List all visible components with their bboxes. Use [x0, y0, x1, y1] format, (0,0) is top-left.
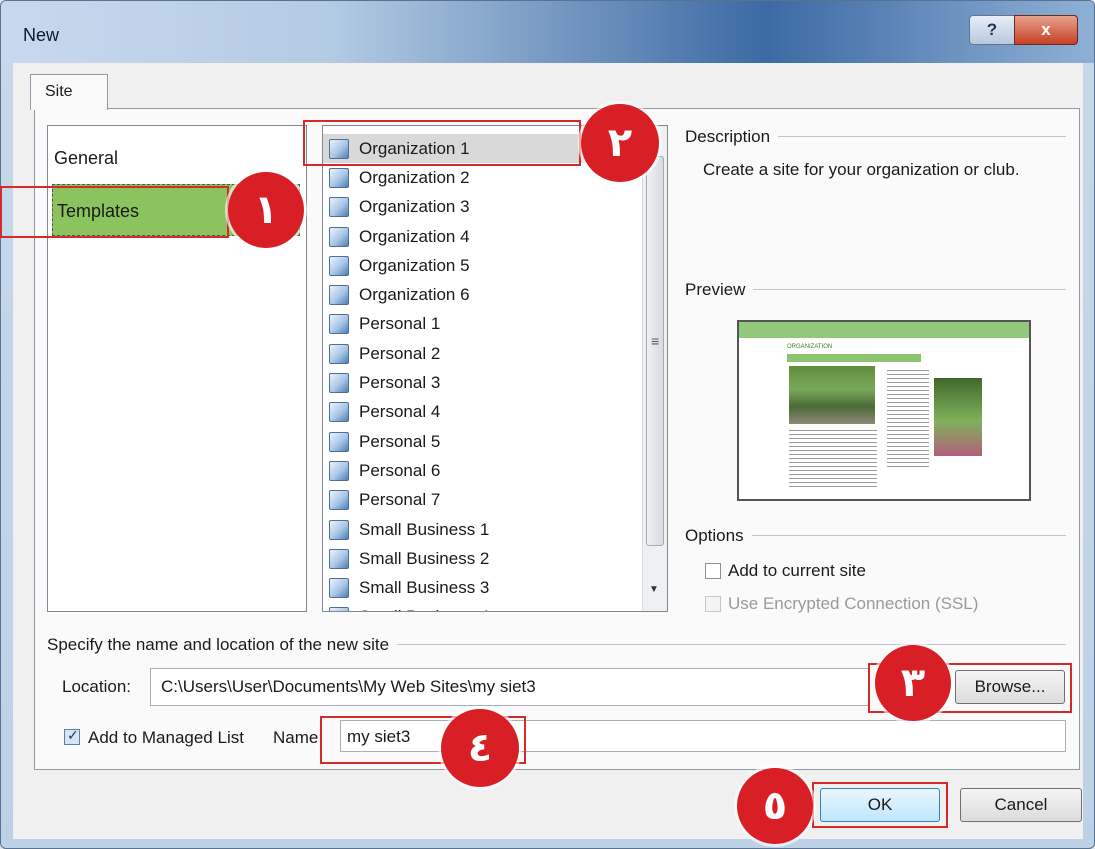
title-bar[interactable]: New ? x: [1, 1, 1094, 63]
preview-garden-photo: [934, 378, 982, 456]
description-text: Create a site for your organization or c…: [703, 160, 1020, 179]
preview-body-text: [789, 430, 877, 490]
site-template-icon: [329, 255, 349, 276]
template-item-label: Personal 5: [359, 431, 441, 451]
add-to-current-site-label: Add to current site: [728, 561, 866, 580]
template-item-label: Small Business 2: [359, 548, 490, 568]
preview-site-title: ORGANIZATION: [787, 344, 833, 350]
template-item-label: Organization 6: [359, 285, 470, 305]
template-item-label: Personal 2: [359, 343, 441, 363]
template-item-label: Organization 5: [359, 255, 470, 275]
site-template-icon: [329, 314, 349, 335]
template-item[interactable]: Organization 5: [323, 251, 643, 280]
annotation-highlight-ok: [812, 782, 948, 828]
cancel-button[interactable]: Cancel: [960, 788, 1082, 822]
annotation-marker-2: ٢: [581, 104, 659, 182]
name-label: Name:: [273, 728, 324, 747]
template-item[interactable]: Personal 2: [323, 339, 643, 368]
site-template-icon: [329, 285, 349, 306]
preview-side-text: [887, 370, 929, 470]
template-item-label: Organization 2: [359, 167, 470, 187]
template-item[interactable]: Small Business 3: [323, 573, 643, 602]
location-section-heading: Specify the name and location of the new…: [47, 635, 398, 655]
template-item[interactable]: Personal 3: [323, 368, 643, 397]
options-heading: Options: [685, 526, 752, 546]
template-list-scrollbar[interactable]: ▲ ≡ ▼: [642, 126, 667, 611]
template-item[interactable]: Small Business 4: [323, 603, 643, 611]
template-list[interactable]: Organization 1 Organization 2 Organization…: [322, 125, 668, 612]
template-item-label: Personal 7: [359, 490, 441, 510]
template-item[interactable]: Organization 3: [323, 193, 643, 222]
site-template-icon: [329, 607, 349, 611]
site-template-icon: [329, 519, 349, 540]
template-items: Organization 1 Organization 2 Organization…: [323, 134, 643, 611]
category-general[interactable]: General: [54, 148, 118, 169]
checkmark-icon: ✓: [67, 727, 79, 743]
use-ssl-label: Use Encrypted Connection (SSL): [728, 594, 979, 613]
site-template-icon: [329, 490, 349, 511]
site-template-icon: [329, 402, 349, 423]
site-template-icon: [329, 578, 349, 599]
tab-site[interactable]: Site: [30, 74, 108, 110]
dialog-title: New: [23, 25, 60, 45]
template-item[interactable]: Organization 6: [323, 280, 643, 309]
location-field[interactable]: C:\Users\User\Documents\My Web Sites\my …: [150, 668, 870, 706]
add-to-managed-list-checkbox[interactable]: ✓: [64, 727, 80, 745]
site-template-icon: [329, 226, 349, 247]
template-item-label: Small Business 4: [359, 607, 489, 611]
annotation-marker-3: ٣: [875, 645, 951, 721]
site-template-icon: [329, 548, 349, 569]
use-ssl-checkbox: [705, 596, 721, 612]
template-item-label: Personal 3: [359, 373, 441, 393]
annotation-marker-5: ٥: [737, 768, 813, 844]
site-template-icon: [329, 197, 349, 218]
preview-header-bar: [739, 322, 1029, 338]
template-item[interactable]: Personal 6: [323, 456, 643, 485]
template-item[interactable]: Personal 1: [323, 310, 643, 339]
template-item[interactable]: Small Business 1: [323, 515, 643, 544]
close-button[interactable]: x: [1014, 15, 1078, 45]
scroll-down-arrow-icon[interactable]: ▼: [649, 584, 659, 595]
template-item[interactable]: Small Business 2: [323, 544, 643, 573]
preview-bridge-photo: [789, 366, 875, 424]
template-item-label: Small Business 1: [359, 519, 490, 539]
template-item[interactable]: Organization 4: [323, 222, 643, 251]
grip-icon: ≡: [651, 333, 660, 349]
site-template-icon: [329, 343, 349, 364]
site-template-icon: [329, 373, 349, 394]
template-item-label: Organization 3: [359, 197, 470, 217]
help-button[interactable]: ?: [969, 15, 1015, 45]
site-template-icon: [329, 431, 349, 452]
annotation-highlight-organization: [303, 120, 581, 166]
template-item-label: Personal 4: [359, 402, 441, 422]
site-template-icon: [329, 167, 349, 188]
template-item-label: Small Business 3: [359, 578, 490, 598]
description-heading: Description: [685, 127, 779, 147]
template-item[interactable]: Personal 7: [323, 486, 643, 515]
template-item-label: Personal 1: [359, 314, 441, 334]
add-to-current-site-checkbox[interactable]: [705, 563, 721, 579]
template-item-label: Personal 6: [359, 460, 441, 480]
site-template-icon: [329, 460, 349, 481]
scroll-thumb[interactable]: ≡: [646, 156, 664, 546]
template-preview-image: ORGANIZATION: [737, 320, 1031, 501]
location-label: Location:: [62, 677, 131, 696]
annotation-marker-1: ١: [228, 172, 304, 248]
template-item[interactable]: Personal 4: [323, 398, 643, 427]
preview-nav-bar: [787, 354, 921, 362]
add-to-managed-list-label: Add to Managed List: [88, 728, 244, 747]
template-item-label: Organization 4: [359, 226, 470, 246]
template-item[interactable]: Personal 5: [323, 427, 643, 456]
annotation-highlight-templates: [0, 186, 229, 238]
annotation-marker-4: ٤: [441, 709, 519, 787]
preview-heading: Preview: [685, 280, 754, 300]
